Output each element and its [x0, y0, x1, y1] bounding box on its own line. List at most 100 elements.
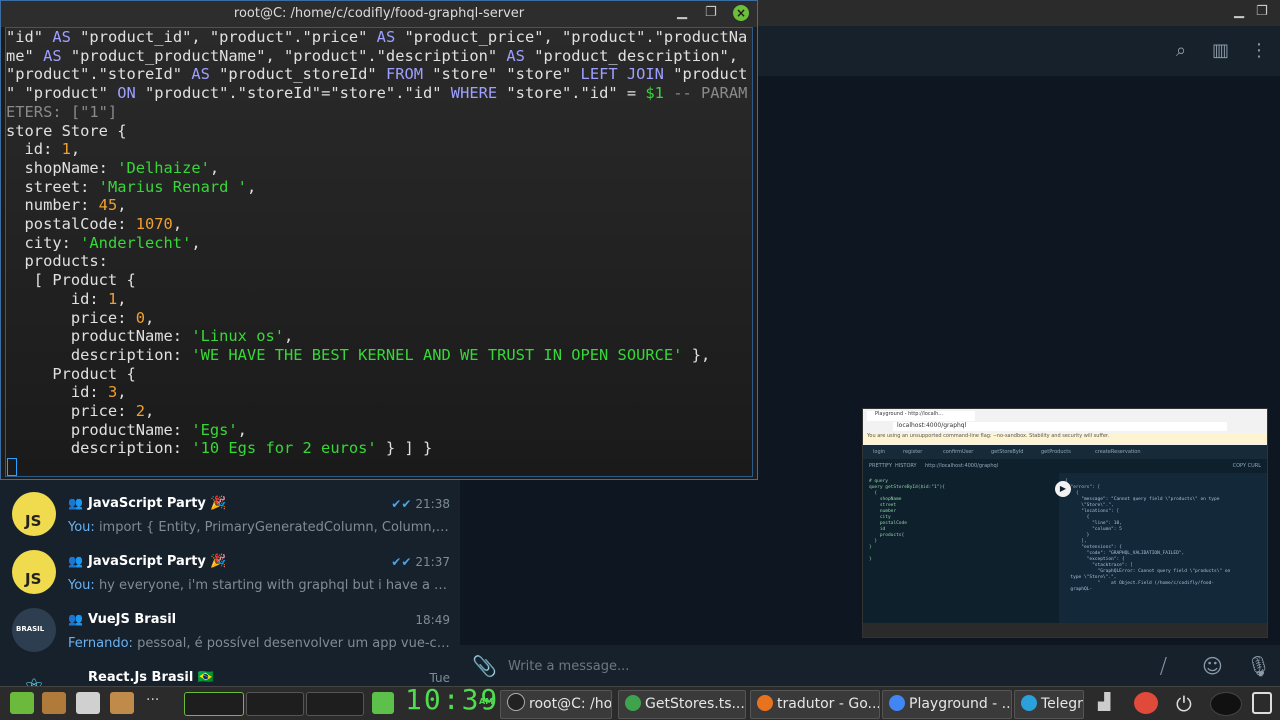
chat-item[interactable]: ⚛ React.Js Brasil 🇧🇷 Tue [0, 654, 460, 686]
notification-icon[interactable] [1134, 692, 1158, 714]
task-telegram[interactable]: Telegram [1014, 690, 1084, 719]
maximize-icon[interactable]: ❐ [1256, 4, 1268, 19]
prettify-button[interactable]: PRETTIFY [869, 463, 892, 469]
chat-preview: You: import { Entity, PrimaryGeneratedCo… [68, 520, 452, 535]
task-vscode[interactable]: GetStores.ts... [618, 690, 746, 719]
query-code: # query query getStoreById($id:"1"){ { s… [869, 479, 945, 562]
play-icon[interactable]: ▶ [1055, 481, 1071, 497]
voice-icon[interactable]: 🎙 [1246, 654, 1271, 678]
clock-ampm: AM [479, 697, 494, 706]
tab-register[interactable]: register [903, 449, 922, 455]
terminal-line: Product { [6, 364, 136, 383]
group-icon: 👥 [68, 554, 83, 568]
terminal-line: store Store { [6, 121, 127, 140]
terminal-cursor [7, 458, 17, 476]
tab-confirm-user[interactable]: confirmUser [943, 449, 973, 455]
terminal-output[interactable]: "id" AS "product_id", "product"."price" … [5, 27, 753, 477]
chat-time: 21:37 [415, 555, 450, 569]
terminal-line: " "product" ON "product"."storeId"="stor… [6, 84, 748, 103]
chat-title: VueJS Brasil [88, 612, 177, 627]
tab-get-store-by-id[interactable]: getStoreById [991, 449, 1023, 455]
close-icon[interactable]: × [733, 5, 749, 21]
app-menu-icon[interactable] [10, 692, 34, 714]
playground-toolbar: PRETTIFY HISTORY http://localhost:4000/g… [863, 459, 1267, 473]
text-editor-icon[interactable] [76, 692, 100, 714]
avatar: JS [12, 492, 56, 536]
terminal-title: root@C: /home/c/codifly/food-graphql-ser… [233, 6, 525, 21]
chat-time: 21:38 [415, 497, 450, 511]
copy-curl-button[interactable]: COPY CURL [1233, 463, 1261, 469]
task-firefox[interactable]: tradutor - Go... [750, 690, 880, 719]
task-chrome[interactable]: Playground - ... [882, 690, 1012, 719]
terminal-line: postalCode: 1070, [6, 215, 183, 234]
bot-command-icon[interactable]: ⧸ [1160, 654, 1167, 678]
terminal-line: price: 2, [6, 402, 155, 421]
terminal-line: productName: 'Egs', [6, 420, 247, 439]
tab-login[interactable]: login [873, 449, 885, 455]
terminal-line: price: 0, [6, 308, 155, 327]
tab-create-reservation[interactable]: createReservation [1095, 449, 1141, 455]
workspace-icon[interactable] [246, 692, 304, 716]
minimize-icon[interactable]: ▁ [1234, 4, 1244, 19]
terminal-line: products: [6, 252, 108, 271]
chat-preview-text: pessoal, é possível desenvolver um app v… [137, 636, 452, 651]
browser-chrome: Playground - http://localh... localhost:… [863, 409, 1267, 445]
chat-title: JavaScript Party 🎉 [88, 554, 227, 569]
more-icon[interactable]: ··· [146, 692, 170, 714]
chat-sender: Fernando: [68, 636, 133, 651]
chat-sender: You: [68, 578, 95, 593]
message-input[interactable]: Write a message... [508, 659, 629, 674]
more-icon[interactable]: ⋮ [1250, 40, 1268, 61]
read-check-icon: ✔✔ [391, 555, 412, 569]
query-editor[interactable]: # query query getStoreById($id:"1"){ { s… [863, 473, 1059, 623]
group-icon: 👥 [68, 612, 83, 626]
telegram-titlebar: ▁ ❐ [758, 0, 1280, 26]
terminal-line: street: 'Marius Renard ', [6, 177, 257, 196]
address-bar[interactable]: localhost:4000/graphql [893, 422, 1227, 431]
terminal-line: description: '10 Egs for 2 euros' } ] } [6, 439, 433, 458]
playground-preview-window[interactable]: Playground - http://localh... localhost:… [862, 408, 1268, 638]
search-icon[interactable]: ⌕ [1176, 40, 1186, 61]
terminal-line: description: 'WE HAVE THE BEST KERNEL AN… [6, 345, 711, 364]
terminal-titlebar: root@C: /home/c/codifly/food-graphql-ser… [1, 1, 757, 27]
workspace-icon[interactable] [184, 692, 244, 716]
terminal-line: city: 'Anderlecht', [6, 233, 201, 252]
tab-get-products[interactable]: getProducts [1041, 449, 1071, 455]
trash-icon[interactable] [1252, 692, 1272, 714]
react-icon: ⚛ [12, 666, 56, 686]
task-terminal[interactable]: root@C: /ho... [500, 690, 612, 719]
warning-bar: You are using an unsupported command-lin… [863, 433, 1267, 443]
emoji-icon[interactable]: ☺ [1202, 654, 1223, 678]
minimize-icon[interactable]: ▁ [677, 5, 687, 20]
workspace-icon[interactable] [306, 692, 364, 716]
chat-sender: You: [68, 520, 95, 535]
message-composer: 📎 Write a message... ⧸ ☺ 🎙 [460, 644, 1280, 687]
file-manager-icon[interactable] [42, 692, 66, 714]
terminal-line: id: 1, [6, 140, 81, 159]
archive-icon[interactable] [110, 692, 134, 714]
vinyl-icon [1210, 692, 1242, 716]
terminal-line: id: 1, [6, 289, 127, 308]
chat-time: 18:49 [415, 613, 450, 627]
attach-icon[interactable]: 📎 [472, 654, 497, 678]
taskbar: ··· root@C: /ho... GetStores.ts... tradu… [0, 686, 1280, 720]
history-button[interactable]: HISTORY [895, 463, 917, 469]
chat-item[interactable]: JS 👥 JavaScript Party 🎉 ✔✔ 21:38 You: imp… [0, 480, 460, 538]
chat-item[interactable]: BRASIL 👥 VueJS Brasil 18:49 Fernando: pe… [0, 596, 460, 654]
power-icon[interactable]: ⏻ [1176, 692, 1200, 716]
terminal-line: "product"."storeId" AS "product_storeId"… [6, 65, 748, 84]
browser-tab[interactable]: Playground - http://localh... [867, 411, 975, 421]
chat-title: JavaScript Party 🎉 [88, 496, 227, 511]
chat-preview: Fernando: pessoal, é possível desenvolve… [68, 636, 452, 651]
terminal-line: number: 45, [6, 196, 127, 215]
sidebar-toggle-icon[interactable]: ▥ [1212, 40, 1229, 61]
endpoint-url[interactable]: http://localhost:4000/graphql [925, 463, 998, 469]
chat-preview: You: hy everyone, i'm starting with grap… [68, 578, 452, 593]
preview-taskbar [863, 623, 1267, 637]
maximize-icon[interactable]: ❐ [705, 5, 717, 20]
playground-tabs: login register confirmUser getStoreById … [863, 445, 1267, 459]
network-icon[interactable]: ▟ [1098, 692, 1122, 714]
result-code: { "errors": [ { "message": "Cannot query… [1065, 479, 1231, 592]
chat-item[interactable]: JS 👥 JavaScript Party 🎉 ✔✔ 21:37 You: hy … [0, 538, 460, 596]
terminal-line: ETERS: ["1"] [6, 102, 118, 121]
